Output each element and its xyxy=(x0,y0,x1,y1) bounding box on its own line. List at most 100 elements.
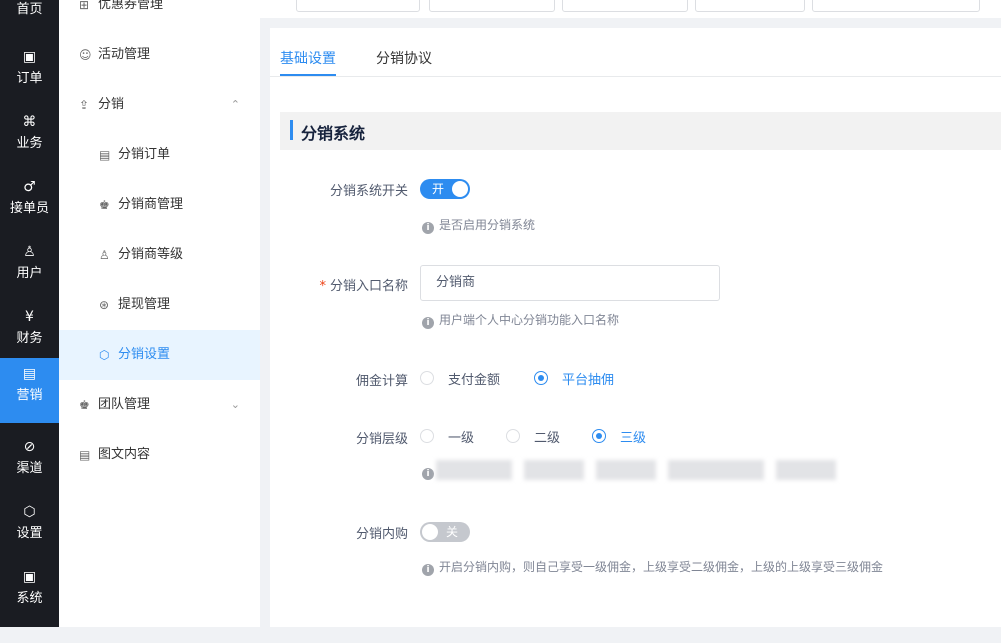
distribution-icon: ⇪ xyxy=(79,98,90,112)
submenu-item-label: 团队管理 xyxy=(98,397,151,412)
submenu-item-label: 分销订单 xyxy=(118,147,171,162)
radio-circle xyxy=(420,429,434,443)
blurred-hint xyxy=(436,460,512,480)
inner-purchase-label: 分销内购 xyxy=(355,527,408,542)
hint-text: 开启分销内购，则自己享受一级佣金，上级享受二级佣金，上级的上级享受三级佣金 xyxy=(439,560,884,574)
main-nav: 首页 ▣ 订单 ⌘ 业务 ♂ 接单员 ♙ 用户 ¥ 财务 ▤ 营销 ⊘ 渠道 ⬡… xyxy=(0,0,59,627)
app: 首页 ▣ 订单 ⌘ 业务 ♂ 接单员 ♙ 用户 ¥ 财务 ▤ 营销 ⊘ 渠道 ⬡… xyxy=(0,0,1001,643)
nav-item-finance[interactable]: ¥ 财务 xyxy=(0,301,59,366)
submenu-item-label: 提现管理 xyxy=(118,297,171,312)
hint-text: 是否启用分销系统 xyxy=(439,218,536,232)
blurred-hint xyxy=(524,460,584,480)
radio-circle xyxy=(420,371,434,385)
nav-item-label: 订单 xyxy=(16,71,43,86)
section-title: 分销系统 xyxy=(301,124,366,143)
info-icon: i xyxy=(422,468,434,480)
entry-name-input[interactable]: 分销商 xyxy=(420,265,720,301)
switch-knob xyxy=(452,181,468,197)
top-tab[interactable] xyxy=(296,0,420,12)
submenu-item-label: 活动管理 xyxy=(98,47,151,62)
submenu-item-label: 分销商管理 xyxy=(118,197,184,212)
distribution-system-switch[interactable]: 开 xyxy=(420,179,470,199)
submenu-item-label: 分销商等级 xyxy=(118,247,184,262)
switch-knob xyxy=(422,524,438,540)
settings-icon: ⬡ xyxy=(23,504,36,520)
submenu-item-activities[interactable]: ☺ 活动管理 xyxy=(59,30,260,80)
radio-circle xyxy=(506,429,520,443)
distribution-switch-label: 分销系统开关 xyxy=(329,184,408,199)
chevron-up-icon: ⌃ xyxy=(230,98,240,111)
nav-item-label: 首页 xyxy=(16,2,43,17)
info-icon: i xyxy=(422,222,434,234)
radio-label: 二级 xyxy=(534,431,561,446)
system-icon: ▣ xyxy=(22,569,37,585)
section-accent-bar xyxy=(290,120,293,140)
entry-name-label: * 分销入口名称 xyxy=(208,275,408,294)
user-icon: ♙ xyxy=(23,244,36,260)
radio-label: 一级 xyxy=(448,431,475,446)
nav-item-marketing[interactable]: ▤ 营销 xyxy=(0,358,59,423)
nav-item-orders[interactable]: ▣ 订单 xyxy=(0,41,59,106)
nav-item-channel[interactable]: ⊘ 渠道 xyxy=(0,431,59,496)
article-icon: ▤ xyxy=(79,448,91,462)
nav-item-label: 营销 xyxy=(16,388,43,403)
blurred-hint xyxy=(776,460,836,480)
nav-item-business[interactable]: ⌘ 业务 xyxy=(0,106,59,171)
tab-distribution-agreement[interactable]: 分销协议 xyxy=(376,48,432,68)
radio-label: 支付金额 xyxy=(448,373,501,388)
hint-text: 用户端个人中心分销功能入口名称 xyxy=(439,313,620,327)
nav-item-label: 设置 xyxy=(16,526,43,541)
settings-card: 基础设置 分销协议 分销系统 分销系统开关 开 i 是否启用分销系统 * 分销入口名… xyxy=(270,28,1001,627)
nav-item-home[interactable]: 首页 xyxy=(0,0,59,37)
entry-name-hint: i 用户端个人中心分销功能入口名称 xyxy=(422,311,619,329)
blurred-hint xyxy=(668,460,764,480)
inner-purchase-hint: i 开启分销内购，则自己享受一级佣金，上级享受二级佣金，上级的上级享受三级佣金 xyxy=(422,558,883,576)
marketing-icon: ▤ xyxy=(22,366,37,382)
nav-item-label: 渠道 xyxy=(16,461,43,476)
team-icon: ♚ xyxy=(79,398,90,412)
submenu-group-distribution[interactable]: ⇪ 分销 ⌃ xyxy=(59,80,260,130)
entry-name-label-text: 分销入口名称 xyxy=(329,279,408,294)
activity-icon: ☺ xyxy=(79,48,92,62)
submenu-item-label: 优惠券管理 xyxy=(98,0,164,12)
nav-item-label: 财务 xyxy=(16,331,43,346)
nav-item-system[interactable]: ▣ 系统 xyxy=(0,561,59,626)
section-header: 分销系统 xyxy=(280,112,1001,150)
submenu-item-coupons[interactable]: ⊞ 优惠券管理 xyxy=(59,0,260,30)
switch-text: 关 xyxy=(446,525,459,539)
tab-active-indicator xyxy=(280,74,336,76)
switch-text: 开 xyxy=(432,182,445,196)
distribution-order-icon: ▤ xyxy=(99,148,111,162)
distribution-settings-icon: ⬡ xyxy=(99,348,110,362)
nav-item-label: 系统 xyxy=(16,591,43,606)
order-icon: ▣ xyxy=(22,49,37,65)
finance-icon: ¥ xyxy=(25,309,34,325)
submenu-item-distributor-level[interactable]: ♙ 分销商等级 xyxy=(59,230,260,280)
tab-basic-settings[interactable]: 基础设置 xyxy=(280,48,336,68)
coupon-icon: ⊞ xyxy=(79,0,90,12)
top-tab[interactable] xyxy=(695,0,805,12)
distributor-level-icon: ♙ xyxy=(99,248,110,262)
top-tab[interactable] xyxy=(562,0,688,12)
radio-label: 平台抽佣 xyxy=(562,373,615,388)
inner-purchase-switch[interactable]: 关 xyxy=(420,522,470,542)
submenu-item-label: 图文内容 xyxy=(98,447,151,462)
business-icon: ⌘ xyxy=(22,114,37,130)
top-tab-strip xyxy=(260,0,1001,18)
nav-item-settings[interactable]: ⬡ 设置 xyxy=(0,496,59,561)
top-tab[interactable] xyxy=(429,0,555,12)
submenu-item-label: 分销 xyxy=(98,97,125,112)
radio-label: 三级 xyxy=(620,431,647,446)
required-mark: * xyxy=(319,279,326,294)
nav-item-courier[interactable]: ♂ 接单员 xyxy=(0,171,59,236)
nav-item-users[interactable]: ♙ 用户 xyxy=(0,236,59,301)
submenu-item-distribution-orders[interactable]: ▤ 分销订单 xyxy=(59,130,260,180)
nav-item-label: 用户 xyxy=(16,266,43,281)
nav-item-label: 业务 xyxy=(16,136,43,151)
radio-circle xyxy=(592,429,606,443)
channel-icon: ⊘ xyxy=(23,439,36,455)
info-icon: i xyxy=(422,564,434,576)
withdraw-icon: ⊛ xyxy=(99,298,110,312)
top-tab[interactable] xyxy=(812,0,980,12)
distribution-switch-hint: i 是否启用分销系统 xyxy=(422,216,535,234)
